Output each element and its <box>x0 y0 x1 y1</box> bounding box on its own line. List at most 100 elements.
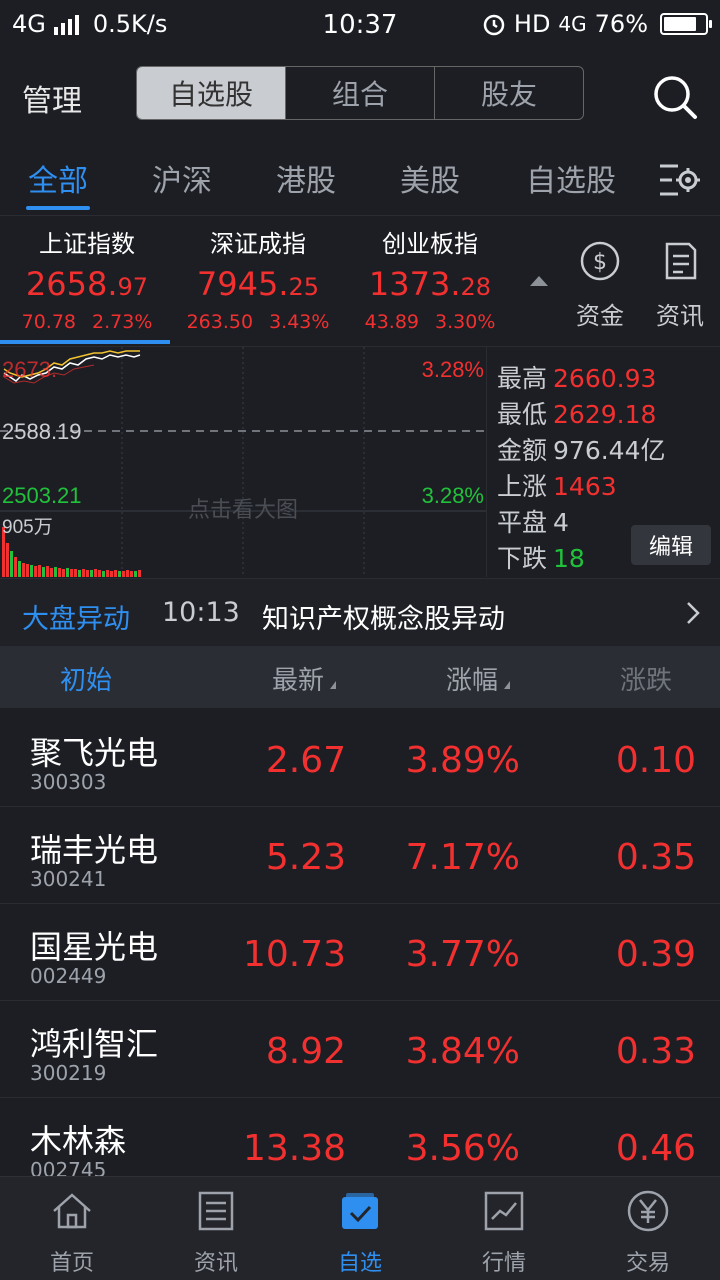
col-initial[interactable]: 初始 <box>60 660 112 697</box>
segment-friends[interactable]: 股友 <box>434 67 583 119</box>
chart-bottom-pct: 3.28% <box>422 483 484 508</box>
nav-home-label: 首页 <box>49 1251 94 1276</box>
stat-flat: 平盘 4 <box>497 508 569 537</box>
nav-watchlist-label: 自选 <box>337 1251 382 1276</box>
market-overview: 2673. 2588.19 2503.21 3.28% 3.28% 905万 点… <box>0 346 720 577</box>
stock-name: 聚飞光电 <box>30 734 159 772</box>
chevron-right-icon <box>687 602 700 624</box>
tab-custom[interactable]: 自选股 <box>526 156 616 200</box>
tab-us[interactable]: 美股 <box>400 156 460 200</box>
stock-code: 300241 <box>30 867 107 891</box>
bottom-nav: 首页 资讯 自选 行情 交易 <box>0 1176 720 1280</box>
news-button[interactable]: 资讯 <box>652 240 708 331</box>
news-label: 资讯 <box>656 302 704 330</box>
list-header: 初始 最新 涨幅 涨跌 <box>0 646 720 708</box>
index-selected-indicator <box>0 340 170 344</box>
home-icon <box>53 1193 91 1229</box>
index-value: 1373.28 <box>368 265 492 303</box>
search-icon[interactable] <box>652 74 698 120</box>
segment-portfolio[interactable]: 组合 <box>285 67 434 119</box>
index-value: 7945.25 <box>196 265 320 303</box>
tab-indicator <box>26 206 90 210</box>
document-icon <box>665 242 697 280</box>
index-name: 深证成指 <box>210 230 306 258</box>
nav-home[interactable]: 首页 <box>22 1189 122 1277</box>
manage-button[interactable]: 管理 <box>22 76 82 120</box>
chart-mid-price: 2588.19 <box>2 419 82 444</box>
stat-low: 最低 2629.18 <box>497 400 657 429</box>
stat-up: 上涨 1463 <box>497 472 617 501</box>
sort-icon <box>330 681 337 689</box>
market-alert-bar[interactable]: 大盘异动 10:13 知识产权概念股异动 <box>0 578 720 646</box>
stock-row[interactable]: 鸿利智汇 300219 8.92 3.84% 0.33 <box>0 1001 720 1098</box>
tab-all[interactable]: 全部 <box>28 156 88 200</box>
network-type-2: 4G <box>558 12 587 36</box>
nav-market-label: 行情 <box>481 1251 526 1276</box>
nav-trade-label: 交易 <box>625 1251 670 1276</box>
alert-message: 知识产权概念股异动 <box>262 604 505 635</box>
index-shanghai[interactable]: 上证指数 2658.97 70.78 2.73% <box>12 216 162 333</box>
index-summary: 上证指数 2658.97 70.78 2.73% 深证成指 7945.25 263… <box>0 216 720 344</box>
battery-icon <box>660 13 712 35</box>
nav-market[interactable]: 行情 <box>454 1189 554 1277</box>
status-bar: 4G 0.5K/s 10:37 HD 4G 76% <box>0 0 720 50</box>
stock-change: 0.10 <box>615 740 696 781</box>
chart-top-price: 2673. <box>2 357 57 382</box>
stock-row[interactable]: 聚飞光电 300303 2.67 3.89% 0.10 <box>0 710 720 807</box>
stock-row[interactable]: 木林森 002745 13.38 3.56% 0.46 <box>0 1098 720 1178</box>
collapse-triangle-icon[interactable] <box>530 276 548 286</box>
stock-row[interactable]: 瑞丰光电 300241 5.23 7.17% 0.35 <box>0 807 720 904</box>
stat-high: 最高 2660.93 <box>497 364 657 393</box>
nav-trade[interactable]: 交易 <box>598 1189 698 1277</box>
tab-hk[interactable]: 港股 <box>276 156 336 200</box>
stock-change: 0.35 <box>615 837 696 878</box>
stock-price: 5.23 <box>265 837 346 878</box>
edit-button[interactable]: 编辑 <box>631 525 711 565</box>
nav-watchlist[interactable]: 自选 <box>310 1189 410 1277</box>
funds-button[interactable]: $ 资金 <box>572 240 628 331</box>
index-name: 上证指数 <box>39 230 135 258</box>
stock-code: 002745 <box>30 1158 107 1178</box>
news-icon <box>198 1191 234 1231</box>
alarm-icon <box>483 14 505 36</box>
stock-code: 300303 <box>30 770 107 794</box>
stock-pct: 3.89% <box>405 740 520 781</box>
stat-down: 下跌 18 <box>497 544 585 573</box>
chart-bottom-price: 2503.21 <box>2 483 82 508</box>
market-chart-icon <box>484 1191 524 1231</box>
col-pct[interactable]: 涨幅 <box>446 660 511 697</box>
stock-pct: 7.17% <box>405 837 520 878</box>
stock-change: 0.33 <box>615 1031 696 1072</box>
stock-row[interactable]: 国星光电 002449 10.73 3.77% 0.39 <box>0 904 720 1001</box>
index-shenzhen[interactable]: 深证成指 7945.25 263.50 3.43% <box>180 216 336 333</box>
battery-percent: 76% <box>594 10 648 38</box>
filter-settings-icon[interactable] <box>656 160 702 200</box>
intraday-chart[interactable]: 2673. 2588.19 2503.21 3.28% 3.28% 905万 点… <box>0 347 486 577</box>
stock-price: 2.67 <box>265 740 346 781</box>
segment-control: 自选股 组合 股友 <box>136 66 584 120</box>
nav-news[interactable]: 资讯 <box>166 1189 266 1277</box>
index-change: 43.89 3.30% <box>364 311 496 333</box>
stat-amount: 金额 976.44亿 <box>497 436 666 465</box>
stock-pct: 3.77% <box>405 934 520 975</box>
tab-shanghai-shenzhen[interactable]: 沪深 <box>152 156 212 200</box>
stock-name: 瑞丰光电 <box>30 831 159 869</box>
col-change[interactable]: 涨跌 <box>620 660 672 697</box>
stock-list: 聚飞光电 300303 2.67 3.89% 0.10 瑞丰光电 300241 … <box>0 710 720 1178</box>
stock-change: 0.46 <box>615 1128 696 1169</box>
stock-name: 鸿利智汇 <box>30 1025 159 1063</box>
yen-icon <box>627 1190 669 1232</box>
market-tabs: 全部 沪深 港股 美股 自选股 <box>0 142 720 216</box>
index-name: 创业板指 <box>382 230 478 258</box>
index-chinext[interactable]: 创业板指 1373.28 43.89 3.30% <box>354 216 506 333</box>
dollar-icon: $ <box>580 241 620 281</box>
watchlist-icon <box>342 1193 378 1229</box>
stock-pct: 3.56% <box>405 1128 520 1169</box>
index-value: 2658.97 <box>25 265 149 303</box>
stock-name: 木林森 <box>30 1122 127 1160</box>
stock-change: 0.39 <box>615 934 696 975</box>
alert-time: 10:13 <box>162 597 240 628</box>
segment-watchlist[interactable]: 自选股 <box>137 67 285 119</box>
col-latest[interactable]: 最新 <box>272 660 337 697</box>
funds-label: 资金 <box>576 302 624 330</box>
